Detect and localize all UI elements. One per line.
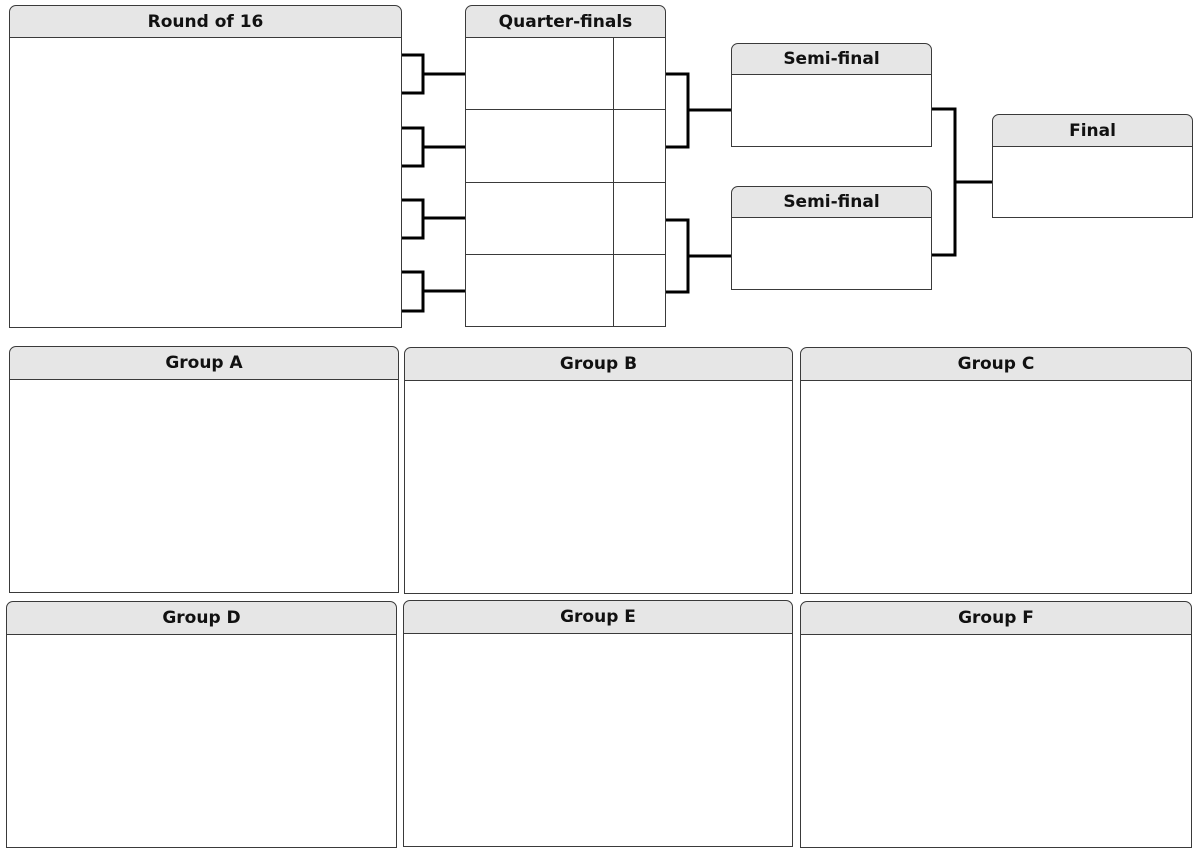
connector-r16-qf3 [402, 198, 465, 240]
connector-qf-sf-top [666, 72, 731, 149]
connector-r16-qf2 [402, 126, 465, 168]
connector-r16-qf4 [402, 270, 465, 313]
connector-qf-sf-bottom [666, 218, 731, 294]
connector-sf-final [932, 107, 992, 257]
connector-r16-qf1 [402, 53, 465, 95]
bracket-connectors [402, 53, 992, 313]
